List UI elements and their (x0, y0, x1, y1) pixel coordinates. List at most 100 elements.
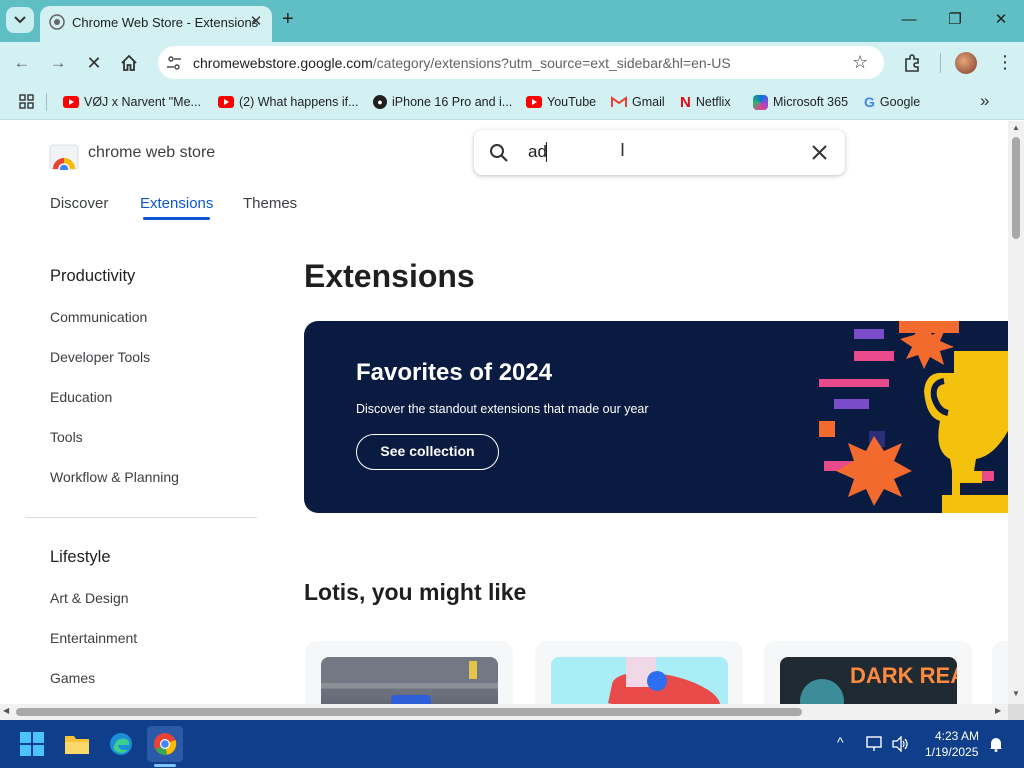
apple-icon: ● (373, 95, 387, 109)
restore-icon[interactable]: ❐ (943, 9, 967, 31)
back-icon[interactable]: ← (9, 51, 35, 75)
tab-search-button[interactable] (6, 7, 34, 33)
url-host: chromewebstore.google.com (193, 55, 373, 71)
sidebar-heading-lifestyle: Lifestyle (50, 548, 111, 566)
tab-discover[interactable]: Discover (50, 195, 108, 212)
vertical-scrollbar[interactable]: ▲ ▼ (1008, 121, 1024, 704)
search-input[interactable]: ad (528, 142, 547, 162)
youtube-icon (526, 96, 542, 108)
microsoft365-icon (753, 94, 768, 110)
stop-loading-icon[interactable]: ✕ (81, 51, 107, 75)
extension-card[interactable]: DARK READER (764, 641, 972, 704)
notification-bell-icon[interactable] (989, 736, 1003, 752)
sidebar-item-developer-tools[interactable]: Developer Tools (50, 349, 150, 365)
vertical-scroll-thumb[interactable] (1012, 137, 1020, 239)
file-explorer-button[interactable] (59, 726, 95, 762)
url-text: chromewebstore.google.com/category/exten… (193, 55, 731, 71)
sidebar-item-tools[interactable]: Tools (50, 429, 83, 445)
gmail-icon (611, 96, 627, 107)
banner-subtitle: Discover the standout extensions that ma… (356, 402, 649, 416)
bookmark-label: iPhone 16 Pro and i... (392, 95, 513, 109)
clear-search-icon[interactable] (812, 145, 827, 160)
bookmark-item[interactable]: VØJ x Narvent "Me... (63, 93, 201, 111)
netflix-icon: N (680, 93, 691, 111)
bookmark-item[interactable]: G Google (864, 93, 920, 111)
close-window-icon[interactable]: ✕ (989, 9, 1013, 31)
favorites-banner[interactable]: Favorites of 2024 Discover the standout … (304, 321, 1008, 513)
bookmark-item[interactable]: Gmail (611, 93, 665, 111)
extension-card[interactable] (535, 641, 743, 704)
active-tab[interactable]: Chrome Web Store - Extensions ✕ (40, 6, 272, 42)
sidebar-item-communication[interactable]: Communication (50, 309, 147, 325)
bookmark-star-icon[interactable]: ☆ (852, 52, 868, 73)
bookmark-item[interactable]: YouTube (526, 93, 596, 111)
horizontal-scroll-thumb[interactable] (16, 708, 802, 716)
network-icon[interactable] (866, 736, 884, 752)
search-box[interactable]: ad I (474, 130, 845, 175)
youtube-icon (218, 96, 234, 108)
dark-reader-logo-text: DARK READER (850, 663, 957, 688)
trophy-illustration (819, 321, 1008, 513)
bookmark-label: Microsoft 365 (773, 95, 849, 109)
bookmark-label: VØJ x Narvent "Me... (84, 95, 201, 109)
sidebar-item-education[interactable]: Education (50, 389, 112, 405)
start-button[interactable] (14, 726, 50, 762)
forward-icon[interactable]: → (45, 51, 71, 75)
extension-card-image (321, 657, 498, 704)
scroll-right-icon[interactable]: ▶ (995, 706, 1001, 715)
bookmark-item[interactable]: Microsoft 365 (753, 93, 848, 111)
apps-grid-icon[interactable] (19, 94, 34, 109)
tab-title: Chrome Web Store - Extensions (72, 15, 259, 30)
chrome-web-store-logo[interactable] (49, 140, 79, 170)
horizontal-scrollbar[interactable]: ◀ ▶ (0, 704, 1008, 720)
edge-icon (110, 733, 132, 755)
chrome-button[interactable] (147, 726, 183, 762)
address-bar[interactable]: chromewebstore.google.com/category/exten… (158, 46, 884, 79)
tab-themes[interactable]: Themes (243, 195, 297, 212)
more-menu-icon[interactable]: ⋮ (996, 52, 1014, 72)
clock-date[interactable]: 1/19/2025 (925, 745, 978, 759)
minimize-icon[interactable]: — (897, 9, 921, 31)
edge-button[interactable] (103, 726, 139, 762)
extensions-puzzle-icon[interactable] (903, 53, 923, 73)
more-bookmarks-icon[interactable]: » (980, 91, 989, 111)
search-icon (490, 144, 508, 162)
volume-icon[interactable] (892, 736, 910, 752)
home-icon[interactable] (120, 54, 138, 72)
show-hidden-icons-icon[interactable]: ^ (837, 734, 844, 750)
bookmark-item[interactable]: ● iPhone 16 Pro and i... (373, 93, 512, 111)
bookmark-label: Netflix (695, 95, 731, 109)
page-title: Extensions (304, 258, 475, 294)
sidebar-item-games[interactable]: Games (50, 670, 95, 686)
close-tab-icon[interactable]: ✕ (248, 14, 264, 30)
bookmark-label: Google (879, 95, 921, 109)
windows-taskbar: ^ 4:23 AM 1/19/2025 (0, 720, 1024, 768)
folder-icon (65, 736, 89, 754)
windows-logo-icon (20, 732, 44, 756)
text-cursor-icon: I (620, 140, 626, 160)
scroll-up-icon[interactable]: ▲ (1012, 123, 1020, 132)
site-info-icon[interactable] (166, 55, 182, 71)
clock-time[interactable]: 4:23 AM (935, 729, 979, 743)
banner-title: Favorites of 2024 (356, 359, 553, 386)
extension-card[interactable] (992, 641, 1008, 704)
bookmark-label: (2) What happens if... (239, 95, 359, 109)
scroll-left-icon[interactable]: ◀ (3, 706, 9, 715)
profile-avatar[interactable] (955, 52, 977, 74)
google-icon: G (864, 94, 875, 110)
sidebar-item-workflow-planning[interactable]: Workflow & Planning (50, 469, 179, 485)
extension-card[interactable] (305, 641, 513, 704)
bookmark-item[interactable]: (2) What happens if... (218, 93, 359, 111)
active-tab-indicator (143, 217, 210, 220)
sidebar-divider (25, 517, 257, 518)
bookmark-item[interactable]: N Netflix (680, 93, 731, 111)
sidebar-item-entertainment[interactable]: Entertainment (50, 630, 137, 646)
bookmark-label: YouTube (547, 95, 597, 109)
scroll-down-icon[interactable]: ▼ (1012, 689, 1020, 698)
see-collection-button[interactable]: See collection (356, 434, 499, 470)
youtube-icon (63, 96, 79, 108)
sidebar-item-art-design[interactable]: Art & Design (50, 590, 129, 606)
new-tab-icon[interactable]: + (282, 9, 294, 29)
tab-extensions[interactable]: Extensions (140, 195, 213, 212)
store-name[interactable]: chrome web store (88, 144, 215, 162)
